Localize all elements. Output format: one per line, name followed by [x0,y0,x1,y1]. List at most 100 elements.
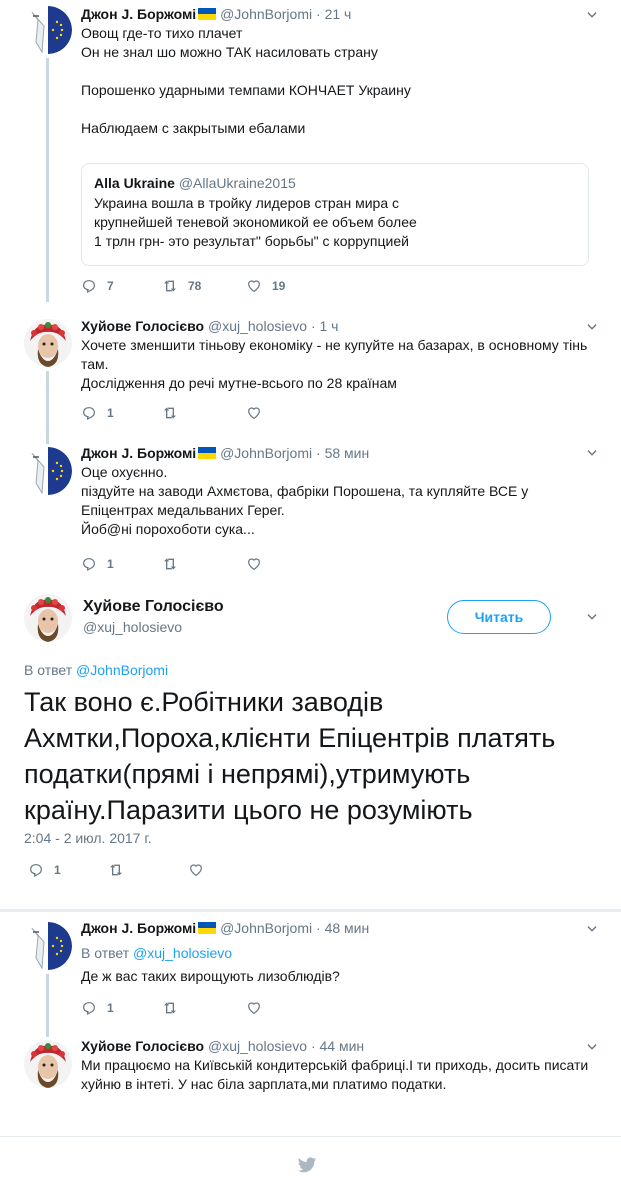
like-count: 19 [272,279,286,293]
user-name[interactable]: Джон J. Боржомі [81,445,196,461]
tweet-line: Дослідження до речі мутне-всього по 28 к… [81,375,397,391]
chevron-down-icon[interactable] [585,446,599,460]
reply-context: В ответ @xuj_holosievo [81,945,601,961]
divider [0,1136,621,1137]
reply-button[interactable]: 1 [81,405,114,421]
user-handle[interactable]: @xuj_holosievo [208,318,307,334]
tweet-line: Овощ где-то тихо плачет [81,25,243,41]
tweet-line: Де ж вас таких вирощують лизоблюдів? [81,968,340,984]
like-icon [188,862,204,878]
tweet-header: Хуйове Голосієво @xuj_holosievo · 44 мин [81,1037,601,1055]
tweet-text: Овощ где-то тихо плачет Он не знал шо мо… [81,24,601,138]
reply-button[interactable]: 1 [81,556,114,572]
main-tweet-line: Так воно є.Робітники заводів [24,687,384,717]
chevron-down-icon[interactable] [585,1040,599,1054]
reply-icon [81,405,97,421]
tweet-line: Ми працюємо на Київській кондитерській ф… [81,1057,589,1073]
user-name[interactable]: Джон J. Боржомі [81,920,196,936]
retweet-button[interactable]: 78 [162,278,201,294]
retweet-icon [162,1000,178,1016]
reply-icon [81,1000,97,1016]
user-name[interactable]: Хуйове Голосієво [81,1038,204,1054]
quoted-line: Украина вошла в тройку лидеров стран мир… [94,195,399,211]
follow-button[interactable]: Читать [447,600,551,634]
reply-to-link[interactable]: @JohnBorjomi [76,662,168,678]
tweet-header: Джон J. Боржомі @JohnBorjomi · 21 ч [81,5,601,23]
tweet-line: Он не знал шо можно ТАК насиловать стран… [81,44,378,60]
tweet-time[interactable]: 44 мин [320,1038,365,1054]
tweet-header: Джон J. Боржомі @JohnBorjomi · 48 мин [81,919,601,937]
quoted-line: крупнейшей теневой экономикой ее объем б… [94,214,417,230]
tweet-time[interactable]: 58 мин [325,445,370,461]
tweet-line: піздуйте на заводи Ахмєтова, фабріки Пор… [81,483,529,499]
avatar[interactable] [24,1040,72,1088]
chevron-down-icon[interactable] [585,320,599,334]
ukraine-flag-icon [198,8,217,20]
retweet-icon [162,405,178,421]
main-tweet-timestamp[interactable]: 2:04 - 2 июл. 2017 г. [24,830,152,846]
reply-prefix: В ответ [81,945,130,961]
quoted-user-handle: @AllaUkraine2015 [178,175,296,191]
user-handle[interactable]: @JohnBorjomi [220,920,312,936]
reply-count: 1 [107,1001,114,1015]
separator-dot: · [316,920,321,936]
tweet-time[interactable]: 1 ч [320,318,339,334]
avatar[interactable] [24,6,72,54]
tweet-line: Йоб@ні порохоботи сука... [81,521,255,537]
main-tweet-line: податки(прямі і непрямі),утримують [24,759,471,789]
avatar[interactable] [24,594,72,642]
main-tweet-author: Хуйове Голосієво @xuj_holosievo [83,597,224,637]
like-icon [246,1000,262,1016]
like-button[interactable]: 19 [246,278,285,294]
retweet-button[interactable] [162,556,178,572]
retweet-button[interactable] [162,1000,178,1016]
user-handle[interactable]: @xuj_holosievo [83,617,224,637]
separator-dot: · [310,1038,316,1054]
retweet-button[interactable] [108,862,124,878]
tweet-time[interactable]: 48 мин [325,920,370,936]
reply-count: 1 [54,863,61,877]
quoted-tweet[interactable]: Alla Ukraine @AllaUkraine2015 Украина во… [81,163,589,266]
tweet-line-empty [81,100,601,119]
user-name[interactable]: Джон J. Боржомі [81,6,196,22]
quoted-line: 1 трлн грн- это результат" борьбы" с кор… [94,233,409,249]
quoted-user-name: Alla Ukraine [94,175,175,191]
retweet-icon [108,862,124,878]
user-handle[interactable]: @xuj_holosievo [208,1038,307,1054]
like-button[interactable] [246,1000,262,1016]
user-handle[interactable]: @JohnBorjomi [220,445,312,461]
separator-dot: · [310,318,316,334]
reply-button[interactable]: 7 [81,278,114,294]
thread-line [46,974,49,1037]
tweet-line-empty [81,62,601,81]
tweet-text: Хочете зменшити тіньову економіку - не к… [81,336,601,393]
tweet-time[interactable]: 21 ч [325,6,352,22]
avatar[interactable] [24,319,72,367]
avatar[interactable] [24,447,72,495]
retweet-count: 78 [188,279,202,293]
avatar[interactable] [24,922,72,970]
user-handle[interactable]: @JohnBorjomi [220,6,312,22]
chevron-down-icon[interactable] [585,610,599,624]
reply-button[interactable]: 1 [28,862,61,878]
retweet-button[interactable] [162,405,178,421]
chevron-down-icon[interactable] [585,8,599,22]
user-name[interactable]: Хуйове Голосієво [81,318,204,334]
reply-count: 1 [107,406,114,420]
reply-to-link[interactable]: @xuj_holosievo [133,945,232,961]
tweet-line: Хочете зменшити тіньову економіку - не к… [81,337,588,353]
user-name[interactable]: Хуйове Голосієво [83,597,224,617]
tweet-line: хуйню в інтеті. У нас біла зарплата,ми п… [81,1076,447,1092]
twitter-bird-icon [297,1155,317,1175]
like-button[interactable] [246,405,262,421]
thread-line [46,371,49,444]
reply-prefix: В ответ [24,662,73,678]
like-button[interactable] [246,556,262,572]
tweet-line: Наблюдаем с закрытыми ебалами [81,120,306,136]
thread-line [46,58,49,302]
like-button[interactable] [188,862,204,878]
main-tweet-line: країну.Паразити цього не розуміють [24,795,473,825]
chevron-down-icon[interactable] [585,922,599,936]
reply-button[interactable]: 1 [81,1000,114,1016]
main-tweet-line: Ахмтки,Пороха,клієнти Епіцентрів платять [24,723,556,753]
